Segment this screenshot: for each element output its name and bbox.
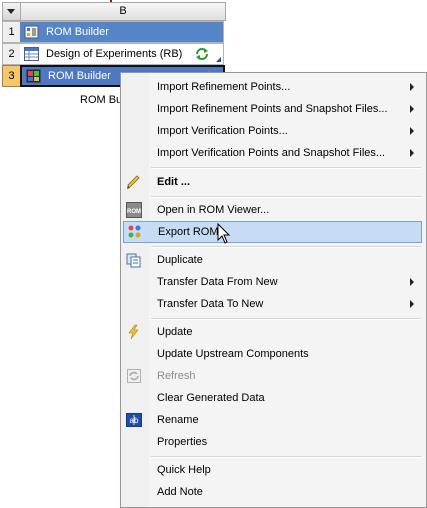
menu-separator xyxy=(151,167,421,169)
menu-item-label: Duplicate xyxy=(157,254,203,266)
menu-item-label: Import Verification Points and Snapshot … xyxy=(157,147,386,159)
menu-separator xyxy=(151,456,421,458)
rename-icon: ab xyxy=(126,413,142,427)
refresh-icon xyxy=(127,369,141,383)
menu-item-transfer-data-from-new[interactable]: Transfer Data From New xyxy=(123,271,422,293)
menu-item-label: Quick Help xyxy=(157,464,211,476)
menu-item-edit[interactable]: Edit ... xyxy=(123,171,422,193)
menu-item-add-note[interactable]: Add Note xyxy=(123,481,422,503)
menu-item-update-upstream-components[interactable]: Update Upstream Components xyxy=(123,343,422,365)
doe-label: Design of Experiments (RB) xyxy=(46,48,183,60)
refresh-required-status-icon xyxy=(196,48,208,60)
lightning-icon xyxy=(128,324,139,340)
menu-item-label: Transfer Data To New xyxy=(157,298,264,310)
export-rom-icon xyxy=(128,225,141,238)
pencil-icon xyxy=(127,175,140,189)
system-row-doe[interactable]: 2 Design of Experiments (RB) xyxy=(2,43,224,65)
menu-item-import-refinement-points-snapshots[interactable]: Import Refinement Points and Snapshot Fi… xyxy=(123,98,422,120)
context-menu: Import Refinement Points... Import Refin… xyxy=(120,72,427,508)
menu-separator xyxy=(151,318,421,320)
column-letter: B xyxy=(20,2,226,21)
menu-item-label: Refresh xyxy=(157,370,196,382)
menu-item-clear-generated-data[interactable]: Clear Generated Data xyxy=(123,387,422,409)
menu-item-duplicate[interactable]: Duplicate xyxy=(123,249,422,271)
menu-item-rename[interactable]: ab Rename xyxy=(123,409,422,431)
row-number: 2 xyxy=(2,43,21,65)
row-number: 1 xyxy=(2,21,21,43)
menu-item-label: Transfer Data From New xyxy=(157,276,278,288)
menu-item-label: Import Verification Points... xyxy=(157,125,288,137)
system-title-cell[interactable]: ROM Builder xyxy=(20,21,224,43)
rom-builder-label: ROM Builder xyxy=(48,70,111,82)
row-number: 3 xyxy=(2,65,21,87)
menu-item-quick-help[interactable]: Quick Help xyxy=(123,459,422,481)
menu-item-properties[interactable]: Properties xyxy=(123,431,422,453)
menu-item-label: Rename xyxy=(157,414,199,426)
menu-item-label: Export ROM xyxy=(158,226,219,238)
menu-item-import-verification-points[interactable]: Import Verification Points... xyxy=(123,120,422,142)
submenu-arrow-icon xyxy=(410,105,414,113)
design-of-experiments-icon xyxy=(24,47,39,61)
menu-item-label: Import Refinement Points and Snapshot Fi… xyxy=(157,103,388,115)
svg-text:ROM: ROM xyxy=(127,209,141,215)
submenu-arrow-icon xyxy=(410,300,414,308)
menu-item-update[interactable]: Update xyxy=(123,321,422,343)
menu-item-label: Edit ... xyxy=(157,176,190,188)
menu-item-label: Clear Generated Data xyxy=(157,392,265,404)
menu-item-label: Update Upstream Components xyxy=(157,348,309,360)
rom-builder-cell-icon xyxy=(26,69,41,83)
submenu-arrow-icon xyxy=(410,127,414,135)
menu-separator xyxy=(151,246,421,248)
menu-separator xyxy=(151,196,421,198)
system-row-rom-builder-title[interactable]: 1 ROM Builder xyxy=(2,21,224,43)
collapse-toggle-icon[interactable] xyxy=(2,2,21,21)
duplicate-icon xyxy=(126,253,141,268)
menu-item-open-in-rom-viewer[interactable]: ROM Open in ROM Viewer... xyxy=(123,199,422,221)
menu-item-import-verification-points-snapshots[interactable]: Import Verification Points and Snapshot … xyxy=(123,142,422,164)
menu-item-label: Properties xyxy=(157,436,208,448)
rom-viewer-icon: ROM xyxy=(126,202,142,218)
menu-item-refresh[interactable]: Refresh xyxy=(123,365,422,387)
doe-cell[interactable]: Design of Experiments (RB) xyxy=(20,43,224,65)
menu-item-transfer-data-to-new[interactable]: Transfer Data To New xyxy=(123,293,422,315)
submenu-arrow-icon xyxy=(410,278,414,286)
menu-item-label: Import Refinement Points... xyxy=(157,81,291,93)
system-title-label: ROM Builder xyxy=(46,26,109,38)
rom-builder-system-icon xyxy=(24,25,39,39)
mouse-pointer-icon xyxy=(217,223,231,244)
menu-item-import-refinement-points[interactable]: Import Refinement Points... xyxy=(123,76,422,98)
menu-item-label: Open in ROM Viewer... xyxy=(157,204,270,216)
menu-item-export-rom[interactable]: Export ROM xyxy=(123,221,422,243)
corner-marker-icon xyxy=(216,57,221,62)
menu-item-label: Add Note xyxy=(157,486,203,498)
system-column-header: B xyxy=(0,0,226,21)
menu-item-label: Update xyxy=(157,326,193,338)
submenu-arrow-icon xyxy=(410,149,414,157)
submenu-arrow-icon xyxy=(410,83,414,91)
